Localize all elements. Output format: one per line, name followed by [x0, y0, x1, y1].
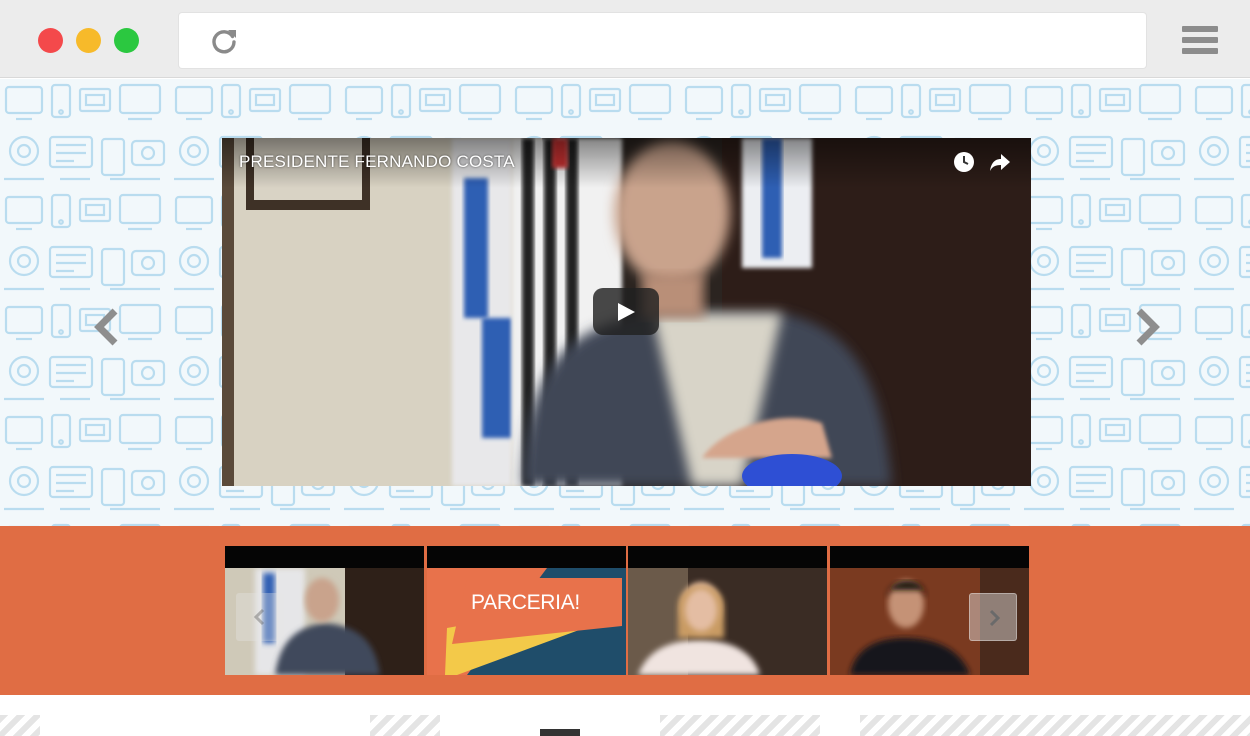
hero-prev-arrow[interactable]	[91, 307, 121, 347]
address-bar[interactable]	[179, 13, 1146, 68]
video-title-bar: PRESIDENTE FERNANDO COSTA	[222, 138, 1031, 188]
share-icon[interactable]	[989, 152, 1011, 172]
hamburger-icon[interactable]	[1182, 26, 1218, 55]
carousel-prev-button[interactable]	[236, 593, 284, 641]
thumbnail-image	[427, 568, 626, 675]
carousel-thumbnail[interactable]	[628, 546, 827, 675]
thumbnail-label: PARCERIA!	[471, 591, 580, 614]
zoom-window-button[interactable]	[114, 28, 139, 53]
partial-graphic	[540, 729, 580, 736]
play-button[interactable]	[593, 288, 659, 335]
video-carousel: PARCERIA!	[0, 526, 1250, 695]
clock-icon[interactable]	[953, 151, 975, 173]
close-window-button[interactable]	[38, 28, 63, 53]
video-title[interactable]: PRESIDENTE FERNANDO COSTA	[239, 152, 515, 172]
next-section-preview	[0, 695, 1250, 736]
reload-icon[interactable]	[209, 26, 239, 56]
hero-banner: PRESIDENTE FERNANDO COSTA	[0, 79, 1250, 526]
video-player[interactable]: PRESIDENTE FERNANDO COSTA	[222, 138, 1031, 486]
minimize-window-button[interactable]	[76, 28, 101, 53]
chevron-right-icon	[989, 609, 1001, 627]
carousel-thumbnail[interactable]: PARCERIA!	[427, 546, 626, 675]
thumbnail-image	[628, 568, 827, 675]
chevron-left-icon	[253, 608, 265, 626]
play-icon	[618, 303, 635, 321]
hero-next-arrow[interactable]	[1133, 307, 1163, 347]
carousel-next-button[interactable]	[969, 593, 1017, 641]
browser-toolbar	[0, 0, 1250, 78]
